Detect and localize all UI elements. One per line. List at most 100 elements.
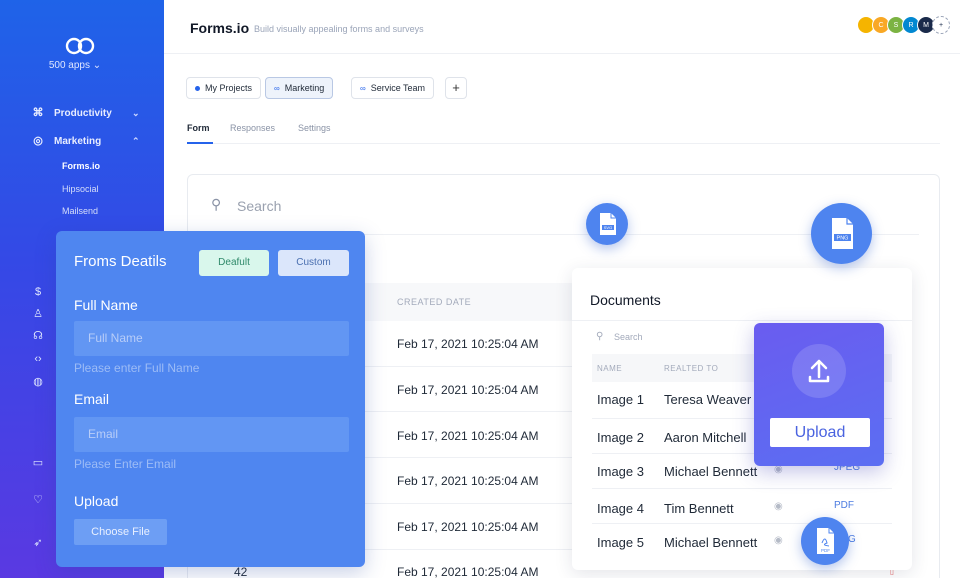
document-type: PDF <box>834 500 854 511</box>
rocket-icon[interactable]: ➶ <box>32 537 44 549</box>
avatar-group[interactable]: C S R M + <box>857 16 950 34</box>
table-cell-date: Feb 17, 2021 10:25:04 AM <box>397 337 539 351</box>
heart-icon[interactable]: ♡ <box>32 494 44 506</box>
documents-title: Documents <box>590 292 661 308</box>
default-button[interactable]: Deafult <box>199 250 269 276</box>
svg-icon-label: SVG <box>604 225 612 230</box>
search-icon: ⚲ <box>211 196 222 212</box>
row-divider <box>365 503 575 504</box>
globe-icon: ◎ <box>33 135 43 147</box>
add-tab-button[interactable]: + <box>445 77 467 99</box>
search-input[interactable]: Search <box>237 198 281 214</box>
code-icon[interactable]: ‹› <box>32 353 44 365</box>
tab-label: Marketing <box>284 83 325 93</box>
tab-form[interactable]: Form <box>187 123 210 133</box>
document-name[interactable]: Image 1 <box>597 392 644 407</box>
globe-icon[interactable]: ◍ <box>32 376 44 388</box>
panel-title: Froms Deatils <box>74 253 167 270</box>
row-divider <box>592 488 892 489</box>
email-label: Email <box>74 391 110 407</box>
upload-card: Upload <box>754 323 884 466</box>
column-related: REALTED TO <box>664 364 719 373</box>
document-name[interactable]: Image 3 <box>597 464 644 479</box>
dollar-icon[interactable]: $ <box>32 286 44 298</box>
tab-my-projects[interactable]: My Projects <box>186 77 262 99</box>
document-related: Aaron Mitchell <box>664 430 747 445</box>
tab-responses[interactable]: Responses <box>230 123 275 133</box>
user-icon[interactable]: ♙ <box>32 308 44 320</box>
tab-settings[interactable]: Settings <box>298 123 331 133</box>
full-name-label: Full Name <box>74 297 138 313</box>
documents-divider <box>572 320 912 321</box>
headset-icon[interactable]: ☊ <box>32 330 44 342</box>
document-name[interactable]: Image 2 <box>597 430 644 445</box>
table-cell-date: Feb 17, 2021 10:25:04 AM <box>397 565 539 578</box>
row-divider <box>365 457 575 458</box>
sub-item-formsio[interactable]: Forms.io <box>62 161 100 171</box>
png-icon-label: PNG <box>837 236 849 242</box>
document-name[interactable]: Image 4 <box>597 501 644 516</box>
column-name: NAME <box>597 364 623 373</box>
form-details-panel: Froms Deatils Deafult Custom Full Name F… <box>56 231 365 567</box>
tab-service-team[interactable]: ∞ Service Team <box>351 77 435 99</box>
dot-icon <box>195 85 200 91</box>
full-name-help: Please enter Full Name <box>74 361 200 375</box>
svg-file-icon: SVG <box>586 203 628 245</box>
add-user-icon[interactable]: + <box>932 16 950 34</box>
logo-icon <box>65 37 95 55</box>
row-divider <box>365 549 575 550</box>
upload-button[interactable]: Upload <box>770 418 870 447</box>
eye-icon[interactable]: ◉ <box>774 535 783 546</box>
table-cell-date: Feb 17, 2021 10:25:04 AM <box>397 429 539 443</box>
table-cell-date: Feb 17, 2021 10:25:04 AM <box>397 474 539 488</box>
chevron-up-icon: ⌃ <box>132 135 140 146</box>
nav-label: Marketing <box>54 135 102 147</box>
header-divider <box>164 53 960 54</box>
column-created-date: CREATED DATE <box>397 297 472 307</box>
pdf-file-icon: PDF <box>801 517 849 565</box>
pdf-icon-label: PDF <box>821 548 830 553</box>
command-icon: ⌘ <box>32 107 44 119</box>
page-tagline: Build visually appealing forms and surve… <box>254 24 424 34</box>
document-related: Michael Bennett <box>664 535 758 550</box>
nav-productivity[interactable]: ⌘ Productivity ⌄ <box>32 107 140 119</box>
tab-marketing[interactable]: ∞ Marketing <box>265 77 334 99</box>
document-type: G <box>848 534 856 545</box>
active-tab-indicator <box>187 142 213 144</box>
tab-label: Service Team <box>370 83 426 93</box>
choose-file-button[interactable]: Choose File <box>74 519 167 545</box>
nav-label: Productivity <box>54 107 112 119</box>
document-name[interactable]: Image 5 <box>597 535 644 550</box>
sub-item-mailsend[interactable]: Mailsend <box>62 206 98 216</box>
document-related: Teresa Weaver <box>664 392 752 407</box>
monitor-icon[interactable]: ▭ <box>32 457 44 469</box>
email-help: Please Enter Email <box>74 457 177 471</box>
link-icon: ∞ <box>274 83 280 93</box>
tab-label: My Projects <box>205 83 253 93</box>
upload-icon <box>808 359 830 383</box>
nav-marketing[interactable]: ◎ Marketing ⌃ <box>32 135 139 147</box>
search-icon: ⚲ <box>596 331 604 342</box>
png-file-icon: PNG <box>811 203 872 264</box>
tabs-divider <box>187 143 940 144</box>
upload-label: Upload <box>74 493 119 509</box>
row-divider <box>365 366 575 367</box>
custom-button[interactable]: Custom <box>278 250 349 276</box>
chevron-down-icon: ⌄ <box>132 107 140 118</box>
sub-item-hipsocial[interactable]: Hipsocial <box>62 184 99 194</box>
document-related: Michael Bennett <box>664 464 758 479</box>
email-input[interactable]: Email <box>74 417 349 452</box>
apps-switcher[interactable]: 500 apps ⌄ <box>0 60 150 71</box>
apps-label: 500 apps <box>48 60 90 71</box>
eye-icon[interactable]: ◉ <box>774 501 783 512</box>
table-cell-date: Feb 17, 2021 10:25:04 AM <box>397 520 539 534</box>
documents-search-input[interactable]: Search <box>614 332 643 342</box>
full-name-input[interactable]: Full Name <box>74 321 349 356</box>
link-icon: ∞ <box>360 83 366 93</box>
page-title: Forms.io <box>190 20 250 36</box>
document-related: Tim Bennett <box>664 501 734 516</box>
row-divider <box>365 411 575 412</box>
table-cell-date: Feb 17, 2021 10:25:04 AM <box>397 383 539 397</box>
upload-icon-circle <box>792 344 846 398</box>
chevron-down-icon: ⌄ <box>92 60 102 71</box>
